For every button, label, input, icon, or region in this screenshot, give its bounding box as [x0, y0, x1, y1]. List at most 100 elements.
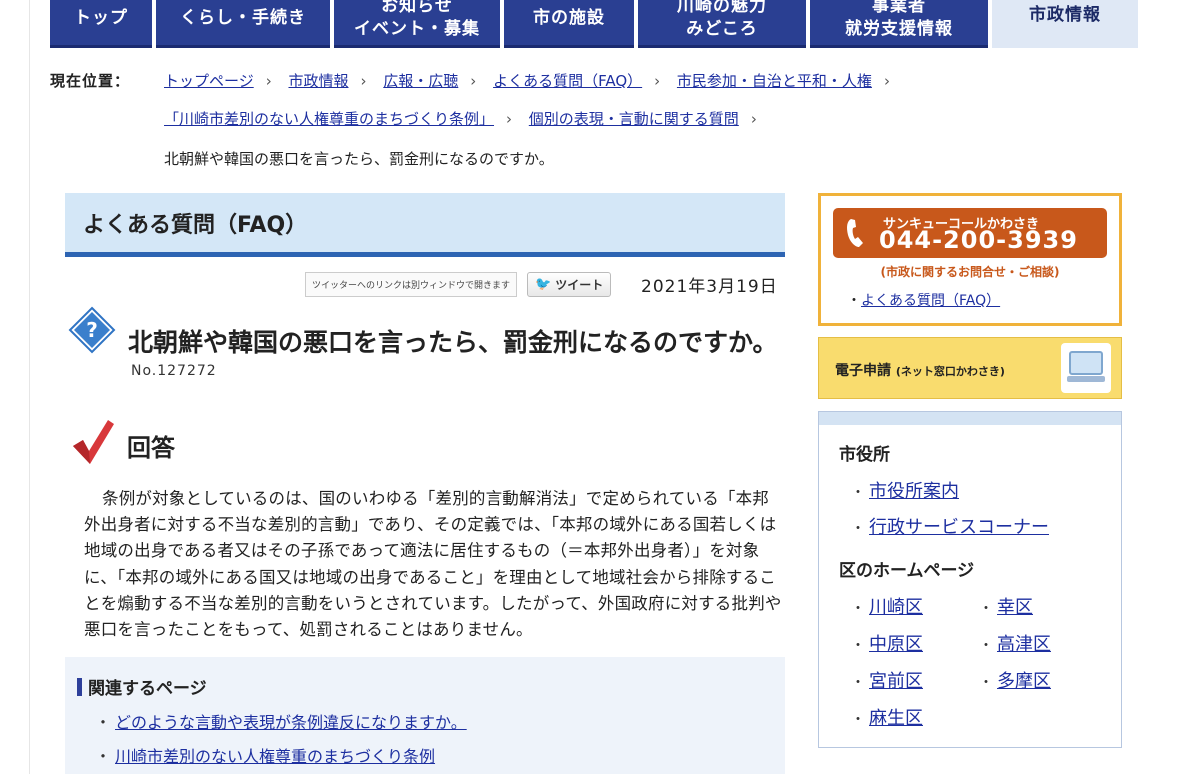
- breadcrumb-separator: ›: [506, 110, 513, 128]
- bullet: ・: [851, 675, 865, 691]
- sidebar-item-ward: ・幸区: [979, 593, 1033, 619]
- nav-label: くらし・手続き: [180, 8, 306, 28]
- breadcrumb-separator: ›: [360, 72, 367, 90]
- related-pages: 関連するページ ・どのような言動や表現が条例違反になりますか。 ・川崎市差別のな…: [65, 657, 785, 774]
- breadcrumb-separator: ›: [654, 72, 661, 90]
- ward-link-kawasaki[interactable]: 川崎区: [869, 597, 923, 618]
- sidebar-item-city-office: ・市役所案内: [851, 477, 959, 503]
- title-bar-marker: [77, 677, 82, 696]
- faq-heading-text: よくある質問（FAQ）: [83, 212, 308, 238]
- breadcrumb-separator: ›: [883, 72, 890, 90]
- sidebar-links: 市役所 ・市役所案内 ・行政サービスコーナー 区のホームページ ・川崎区 ・幸区…: [818, 411, 1122, 748]
- checkmark-icon: [73, 420, 114, 464]
- sidebar-item-ward: ・多摩区: [979, 667, 1051, 693]
- nav-top[interactable]: トップ: [50, 0, 152, 48]
- bullet: ・: [95, 747, 112, 766]
- faq-heading: よくある質問（FAQ）: [65, 193, 785, 257]
- sidebar-faq-item: ・よくある質問（FAQ）: [847, 290, 1000, 310]
- bullet: ・: [979, 601, 993, 617]
- tweet-label: ツイート: [555, 278, 604, 292]
- breadcrumb-link-top[interactable]: トップページ: [164, 72, 254, 90]
- e-application-banner[interactable]: 電子申請 (ネット窓口かわさき): [818, 337, 1122, 399]
- nav-facilities[interactable]: 市の施設: [504, 0, 634, 48]
- bullet: ・: [851, 485, 865, 501]
- e-application-label: 電子申請 (ネット窓口かわさき): [835, 360, 1005, 380]
- breadcrumb-separator: ›: [470, 72, 477, 90]
- nav-label: 市の施設: [533, 8, 605, 28]
- related-link[interactable]: 川崎市差別のない人権尊重のまちづくり条例: [115, 747, 435, 766]
- related-item: ・川崎市差別のない人権尊重のまちづくり条例: [95, 743, 435, 767]
- call-center-number: 044-200-3939: [879, 226, 1078, 254]
- nav-label: トップ: [74, 8, 128, 28]
- page-border: [29, 0, 30, 774]
- breadcrumb-link-pr[interactable]: 広報・広聴: [383, 72, 458, 90]
- sidebar-item-ward: ・中原区: [851, 630, 923, 656]
- bullet: ・: [851, 712, 865, 728]
- city-office-link[interactable]: 市役所案内: [869, 481, 959, 502]
- bullet: ・: [851, 601, 865, 617]
- related-item: ・どのような言動や表現が条例違反になりますか。: [95, 709, 467, 733]
- breadcrumb-link-participation[interactable]: 市民参加・自治と平和・人権: [677, 72, 872, 90]
- nav-city-administration[interactable]: 市政情報: [992, 0, 1138, 48]
- ward-link-miyamae[interactable]: 宮前区: [869, 671, 923, 692]
- question-number: No.127272: [131, 363, 217, 379]
- bullet: ・: [979, 638, 993, 654]
- breadcrumb-row: 「川崎市差別のない人権尊重のまちづくり条例」 › 個別の表現・言動に関する質問 ›: [164, 108, 769, 129]
- sidebar-item-ward: ・宮前区: [851, 667, 923, 693]
- ward-link-asao[interactable]: 麻生区: [869, 708, 923, 729]
- sidebar-item-ward: ・川崎区: [851, 593, 923, 619]
- nav-attractions[interactable]: 川崎の魅力 みどころ: [638, 0, 806, 48]
- nav-label: 市政情報: [1029, 5, 1101, 25]
- sidebar-item-service-corner: ・行政サービスコーナー: [851, 513, 1049, 539]
- breadcrumb-row: トップページ › 市政情報 › 広報・広聴 › よくある質問（FAQ） › 市民参加・自…: [164, 70, 902, 91]
- related-link[interactable]: どのような言動や表現が条例違反になりますか。: [115, 713, 467, 732]
- breadcrumb-separator: ›: [750, 110, 757, 128]
- global-nav: トップ くらし・手続き お知らせ イベント・募集 市の施設 川崎の魅力 みどころ…: [50, 0, 1138, 48]
- breadcrumb-link-ordinance[interactable]: 「川崎市差別のない人権尊重のまちづくり条例」: [164, 110, 494, 128]
- nav-label: 川崎の魅力 みどころ: [677, 0, 767, 39]
- twitter-note: ツイッターへのリンクは別ウィンドウで開きます: [305, 272, 518, 297]
- breadcrumb-separator: ›: [265, 72, 272, 90]
- computer-icon: [1061, 343, 1111, 393]
- bullet: ・: [979, 675, 993, 691]
- nav-label: お知らせ イベント・募集: [354, 0, 480, 39]
- e-application-sub: (ネット窓口かわさき): [895, 365, 1005, 378]
- bullet: ・: [847, 293, 861, 309]
- breadcrumb-link-faq[interactable]: よくある質問（FAQ）: [493, 72, 642, 90]
- share-bar: ツイッターへのリンクは別ウィンドウで開きます 🐦 ツイート: [305, 272, 612, 297]
- nav-label: 事業者 就労支援情報: [845, 0, 953, 39]
- city-office-heading: 市役所: [839, 445, 890, 465]
- service-corner-link[interactable]: 行政サービスコーナー: [869, 517, 1049, 538]
- breadcrumb-current: 北朝鮮や韓国の悪口を言ったら、罰金刑になるのですか。: [164, 150, 554, 168]
- answer-text: 条例が対象としているのは、国のいわゆる「差別的言動解消法」で定められている「本邦…: [84, 489, 782, 640]
- call-center-button[interactable]: サンキューコールかわさき 044-200-3939: [833, 208, 1107, 258]
- ward-link-saiwai[interactable]: 幸区: [997, 597, 1033, 618]
- sidebar-faq-link[interactable]: よくある質問（FAQ）: [861, 293, 1000, 309]
- call-center-sub: (市政に関するお問合せ・ご相談): [880, 265, 1060, 279]
- ward-link-takatsu[interactable]: 高津区: [997, 634, 1051, 655]
- nav-news-events[interactable]: お知らせ イベント・募集: [334, 0, 500, 48]
- ward-link-nakahara[interactable]: 中原区: [869, 634, 923, 655]
- sidebar-item-ward: ・高津区: [979, 630, 1051, 656]
- breadcrumb-link-city-admin[interactable]: 市政情報: [288, 72, 348, 90]
- sidebar-item-ward: ・麻生区: [851, 704, 923, 730]
- phone-icon: [847, 219, 863, 247]
- nav-living[interactable]: くらし・手続き: [156, 0, 330, 48]
- question-title: 北朝鮮や韓国の悪口を言ったら、罰金刑になるのですか。: [128, 328, 778, 357]
- bullet: ・: [95, 713, 112, 732]
- question-icon: ?: [68, 306, 116, 354]
- e-application-title: 電子申請: [835, 363, 891, 379]
- sidebar-links-topbar: [819, 412, 1121, 425]
- nav-business[interactable]: 事業者 就労支援情報: [810, 0, 988, 48]
- breadcrumb-label: 現在位置：: [50, 72, 131, 90]
- related-title: 関連するページ: [77, 674, 207, 699]
- bullet: ・: [851, 521, 865, 537]
- related-title-text: 関連するページ: [88, 679, 207, 699]
- ward-heading: 区のホームページ: [839, 561, 975, 581]
- tweet-button[interactable]: 🐦 ツイート: [527, 272, 612, 297]
- bullet: ・: [851, 638, 865, 654]
- publish-date: 2021年3月19日: [641, 277, 778, 297]
- ward-link-tama[interactable]: 多摩区: [997, 671, 1051, 692]
- breadcrumb-link-questions[interactable]: 個別の表現・言動に関する質問: [529, 110, 739, 128]
- svg-text:?: ?: [86, 318, 98, 342]
